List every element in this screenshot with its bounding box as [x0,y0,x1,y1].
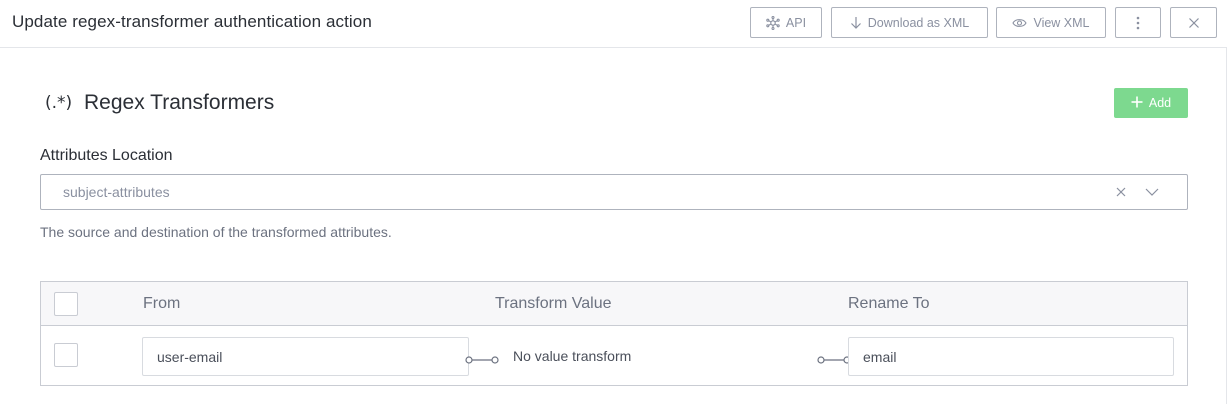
more-options-button[interactable] [1115,7,1161,38]
table-row: user-email No value transform email [41,327,1187,385]
transformers-table: From Transform Value Rename To user-emai… [40,281,1188,386]
download-xml-button[interactable]: Download as XML [831,7,988,38]
close-button[interactable] [1170,7,1217,38]
page-header: Update regex-transformer authentication … [0,0,1227,48]
page-title: Update regex-transformer authentication … [12,12,372,31]
plus-icon [1131,96,1143,111]
more-vertical-icon [1136,16,1140,30]
view-xml-button[interactable]: View XML [996,7,1106,38]
chevron-down-icon[interactable] [1144,185,1160,199]
select-all-checkbox[interactable] [54,292,78,316]
table-header: From Transform Value Rename To [41,282,1187,326]
rename-connector-icon [816,352,852,364]
add-button[interactable]: Add [1114,88,1188,118]
attributes-location-select[interactable]: subject-attributes [40,174,1188,210]
close-icon [1188,17,1200,29]
regex-icon: (.*) [45,93,73,113]
select-value: subject-attributes [63,184,170,200]
row-checkbox[interactable] [54,343,78,367]
view-xml-label: View XML [1033,15,1090,30]
rename-to-input[interactable]: email [848,337,1174,376]
from-input[interactable]: user-email [142,337,469,376]
download-xml-label: Download as XML [867,15,970,30]
eye-icon [1012,17,1028,29]
transform-value[interactable]: No value transform [513,348,631,364]
column-header-from: From [143,295,181,312]
api-button[interactable]: API [750,7,822,38]
clear-selection-icon[interactable] [1114,185,1128,199]
section-title: Regex Transformers [84,91,275,114]
from-value: user-email [157,348,223,365]
download-arrow-icon [850,16,862,30]
api-button-label: API [785,15,807,30]
attributes-location-label: Attributes Location [40,147,173,164]
column-header-rename: Rename To [848,295,930,312]
add-button-label: Add [1148,96,1172,110]
rename-to-value: email [863,348,897,365]
column-header-transform: Transform Value [495,295,612,312]
attributes-location-help: The source and destination of the transf… [40,224,392,240]
api-network-icon [766,15,780,30]
from-connector-icon [464,352,500,364]
